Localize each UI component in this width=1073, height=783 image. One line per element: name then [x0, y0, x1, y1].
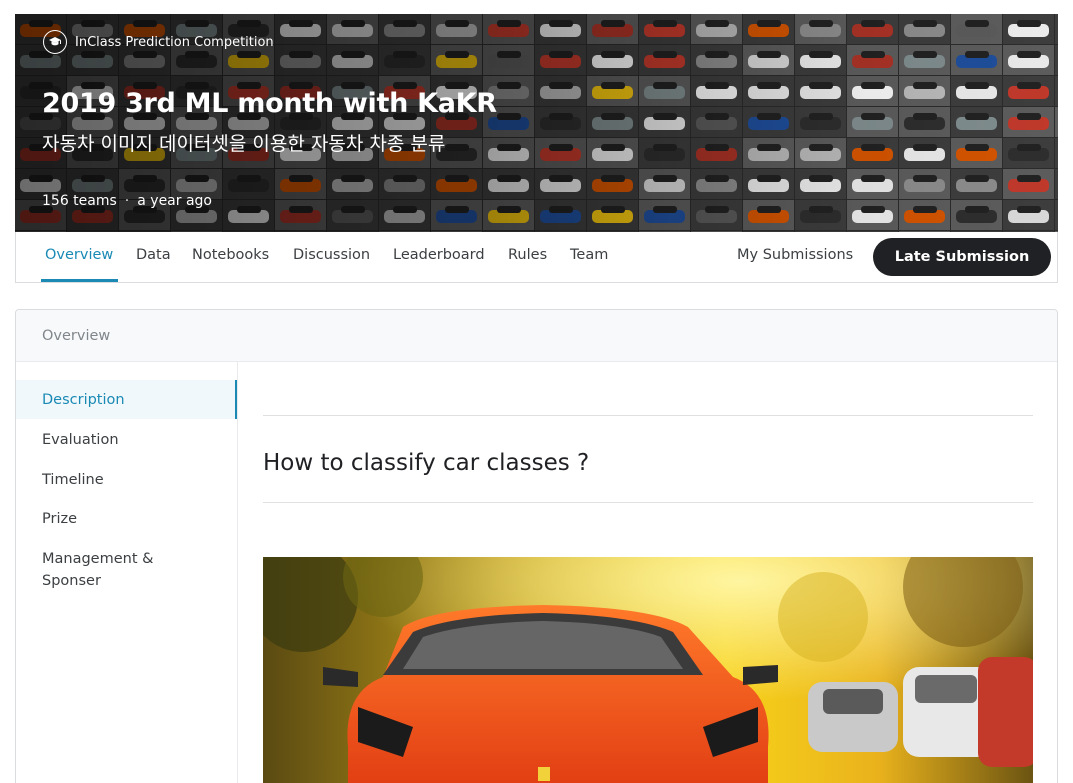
sidenav-item-description[interactable]: Description [16, 380, 237, 419]
meta-separator: · [124, 193, 130, 209]
overview-header-label: Overview [42, 327, 111, 344]
sidenav-item-prize[interactable]: Prize [16, 508, 237, 530]
sidenav-item-label: Management & Sponser [42, 551, 154, 589]
competition-type-label: InClass Prediction Competition [75, 34, 274, 50]
competition-title: 2019 3rd ML month with KaKR [42, 88, 497, 119]
overview-panel: Overview Description Evaluation Timeline… [15, 309, 1058, 783]
sidenav-item-label: Prize [42, 511, 78, 527]
tab-data[interactable]: Data [136, 247, 171, 263]
competition-tab-bar: Overview Data Notebooks Discussion Leade… [15, 232, 1058, 283]
tab-overview[interactable]: Overview [45, 247, 113, 263]
active-tab-indicator [41, 279, 118, 282]
team-count[interactable]: 156 teams [42, 193, 117, 209]
tab-team[interactable]: Team [570, 247, 608, 263]
competition-type: InClass Prediction Competition [43, 30, 274, 54]
tab-leaderboard[interactable]: Leaderboard [393, 247, 485, 263]
sidenav-item-evaluation[interactable]: Evaluation [16, 429, 237, 451]
competition-banner: InClass Prediction Competition 2019 3rd … [15, 14, 1058, 232]
graduation-cap-icon [43, 30, 67, 54]
overview-sidenav: Description Evaluation Timeline Prize Ma… [16, 362, 238, 783]
sidenav-item-management[interactable]: Management & Sponser [16, 548, 176, 592]
tab-rules[interactable]: Rules [508, 247, 547, 263]
divider [263, 502, 1033, 503]
divider [263, 415, 1033, 416]
time-ago: a year ago [137, 193, 212, 209]
red-sports-car-image [263, 557, 1033, 783]
tab-discussion[interactable]: Discussion [293, 247, 370, 263]
sidenav-item-label: Description [42, 391, 125, 408]
overview-header: Overview [16, 310, 1057, 362]
sidenav-item-label: Timeline [42, 472, 104, 488]
sidenav-item-label: Evaluation [42, 432, 119, 448]
description-heading: How to classify car classes ? [263, 450, 590, 476]
late-submission-button[interactable]: Late Submission [873, 238, 1051, 276]
competition-meta: 156 teams · a year ago [42, 193, 212, 209]
competition-subtitle: 자동차 이미지 데이터셋을 이용한 자동차 차종 분류 [42, 133, 446, 155]
sidenav-item-timeline[interactable]: Timeline [16, 469, 237, 491]
tab-notebooks[interactable]: Notebooks [192, 247, 269, 263]
my-submissions-link[interactable]: My Submissions [737, 247, 853, 263]
